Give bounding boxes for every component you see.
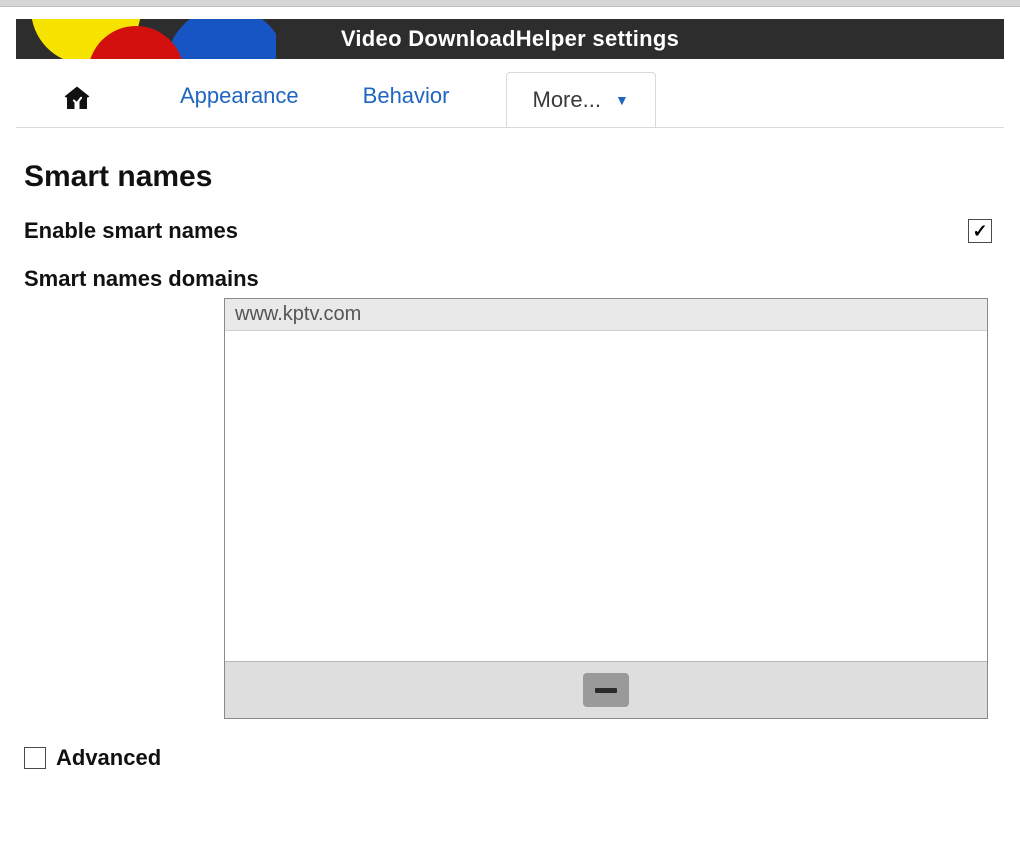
domains-listbox[interactable]: www.kptv.com <box>224 298 988 719</box>
tab-appearance[interactable]: Appearance <box>172 71 307 127</box>
tabs-row: Appearance Behavior More... ▼ <box>16 59 1004 128</box>
remove-domain-button[interactable] <box>583 673 629 707</box>
domains-list-body[interactable] <box>225 331 987 661</box>
advanced-row: Advanced <box>24 745 996 771</box>
domain-list-item[interactable]: www.kptv.com <box>225 299 987 331</box>
header-bar: Video DownloadHelper settings <box>16 19 1004 59</box>
content-area: Smart names Enable smart names Smart nam… <box>0 128 1020 781</box>
home-icon[interactable] <box>60 82 94 116</box>
advanced-label: Advanced <box>56 745 161 771</box>
tab-more-label: More... <box>533 87 601 113</box>
minus-icon <box>595 688 617 693</box>
header-title: Video DownloadHelper settings <box>341 26 679 52</box>
domains-toolbar <box>225 661 987 718</box>
smart-names-domains-label: Smart names domains <box>24 266 996 292</box>
tab-more[interactable]: More... ▼ <box>506 72 656 127</box>
header-spacer <box>0 7 1020 19</box>
section-title: Smart names <box>24 160 996 194</box>
tab-behavior[interactable]: Behavior <box>355 71 458 127</box>
window-frame-bar <box>0 0 1020 7</box>
advanced-checkbox[interactable] <box>24 747 46 769</box>
enable-smart-names-checkbox[interactable] <box>968 219 992 243</box>
chevron-down-icon: ▼ <box>615 92 629 108</box>
enable-smart-names-label: Enable smart names <box>24 218 238 244</box>
domains-panel: www.kptv.com <box>224 298 988 719</box>
logo-shapes <box>16 19 276 59</box>
enable-smart-names-row: Enable smart names <box>24 218 996 244</box>
